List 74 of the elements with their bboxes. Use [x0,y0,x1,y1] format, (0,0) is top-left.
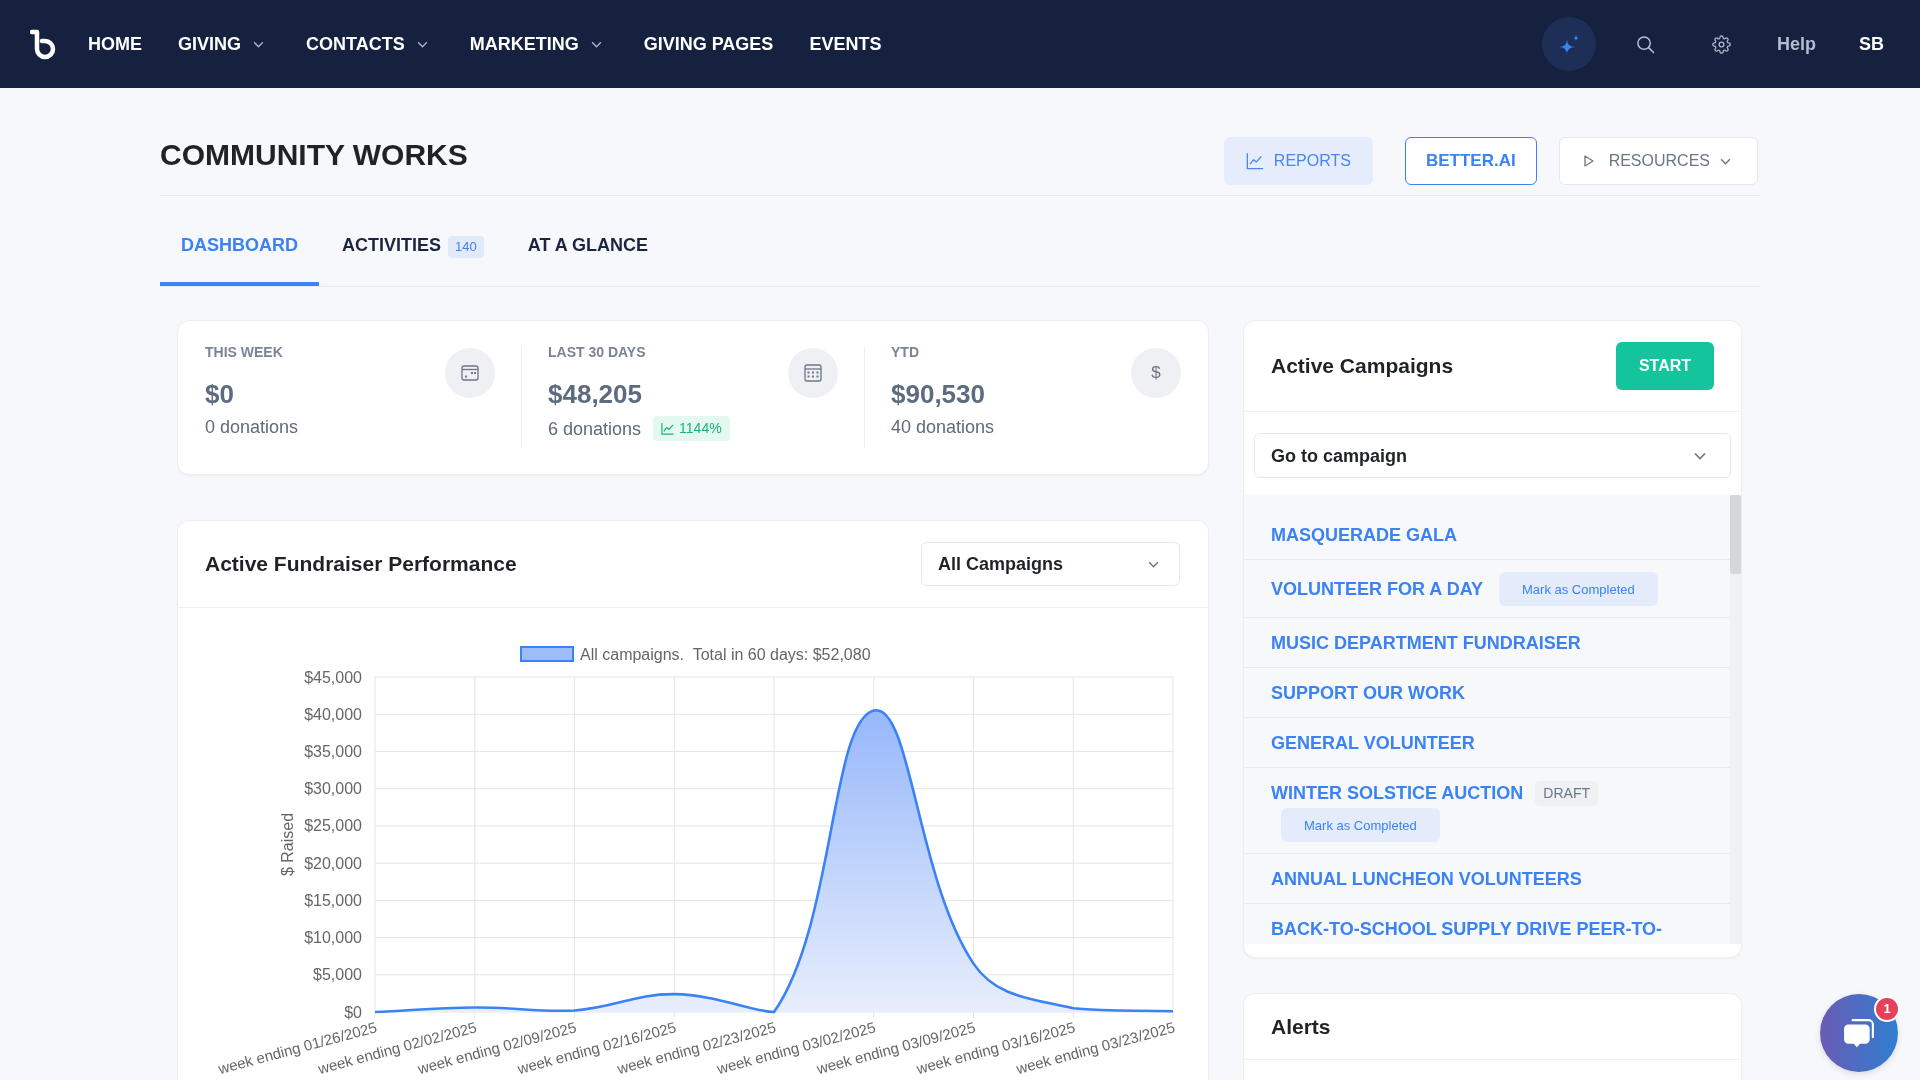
stat-value: $90,530 [891,379,986,409]
y-tick-label: $30,000 [304,780,362,798]
nav-menu-item[interactable]: GIVING PAGES [643,33,774,55]
y-tick-label: $40,000 [304,705,362,723]
stat-value: $0 [205,379,235,409]
calendar-grid-icon [788,348,838,398]
user-initials[interactable]: SB [1859,33,1884,55]
nav-menu-item[interactable]: CONTACTS [306,33,428,55]
y-axis-title: $ Raised [278,812,296,877]
reports-button[interactable]: REPORTS [1223,137,1373,185]
card-title: Active Campaigns [1271,353,1454,379]
trend-icon [661,422,675,435]
mark-completed-button[interactable]: Mark as Completed [1499,572,1658,606]
help-link[interactable]: Help [1776,33,1816,55]
y-tick-label: $25,000 [304,817,362,835]
unread-badge: 1 [1876,998,1898,1020]
stat-label: THIS WEEK [205,344,284,360]
stat-detail: 0 donations [205,416,299,438]
search-icon [1635,34,1655,54]
dollar-icon: $ [1131,348,1181,398]
line-chart-icon [1245,152,1264,170]
campaign-select[interactable]: Go to campaign [1254,433,1731,478]
campaign-link[interactable]: GENERAL VOLUNTEER [1271,730,1475,756]
stat-detail: 40 donations [891,416,995,438]
chat-button[interactable] [1820,994,1898,1072]
card-title: Alerts [1271,1013,1331,1040]
change-value: 1144% [679,419,722,438]
chat-bubble-icon [1843,1017,1875,1049]
ai-button[interactable]: BETTER.AI [1404,137,1537,185]
y-tick-label: $5,000 [313,966,362,984]
campaign-filter-select[interactable]: All Campaigns [921,542,1180,586]
nav-menu-item[interactable]: EVENTS [809,33,882,55]
y-tick-label: $20,000 [304,854,362,872]
resources-button[interactable]: RESOURCES [1558,137,1758,185]
y-tick-label: $45,000 [304,668,362,686]
campaign-link[interactable]: SUPPORT OUR WORK [1271,680,1465,706]
tab[interactable]: ACTIVITIES 140 [321,196,505,286]
play-icon [1583,155,1594,167]
scrollbar-thumb[interactable] [1730,495,1741,574]
chart-title: Active Fundraiser Performance [205,551,517,577]
nav-menu-item[interactable]: GIVING [178,33,264,55]
page-title: COMMUNITY WORKS [160,138,468,172]
tab[interactable]: AT A GLANCE [506,196,670,286]
y-tick-label: $10,000 [304,929,362,947]
campaign-link[interactable]: MASQUERADE GALA [1271,522,1457,548]
settings-button[interactable] [1711,34,1731,54]
tab[interactable]: DASHBOARD [160,196,319,286]
stat-label: LAST 30 DAYS [548,344,647,360]
settings-icon [1711,34,1731,54]
logo-icon[interactable] [30,28,56,60]
y-tick-label: $35,000 [304,742,362,760]
y-tick-label: $15,000 [304,891,362,909]
chevron-down-icon [1720,157,1731,165]
campaign-link[interactable]: VOLUNTEER FOR A DAY [1271,576,1484,602]
count-badge: 140 [448,235,484,258]
stat-label: YTD [891,344,920,360]
campaign-link[interactable]: WINTER SOLSTICE AUCTION [1271,780,1524,806]
calendar-icon [445,348,495,398]
mark-completed-button[interactable]: Mark as Completed [1281,808,1440,842]
campaign-link[interactable]: ANNUAL LUNCHEON VOLUNTEERS [1271,866,1582,892]
y-tick-label: $0 [344,1003,362,1021]
legend-swatch-icon [520,646,574,662]
campaign-link[interactable]: BACK-TO-SCHOOL SUPPLY DRIVE PEER-TO- [1271,916,1663,942]
stat-detail: 6 donations [548,417,642,440]
campaign-link[interactable]: MUSIC DEPARTMENT FUNDRAISER [1271,630,1581,656]
stat-value: $48,205 [548,379,643,409]
chevron-down-icon [1694,451,1706,460]
start-button[interactable]: START [1616,342,1714,390]
status-tag: DRAFT [1535,780,1598,806]
chevron-down-icon [1148,560,1159,568]
legend-label: All campaigns. Total in 60 days: $52,080 [580,645,871,663]
nav-menu-item[interactable]: HOME [88,33,142,55]
search-button[interactable] [1635,34,1655,54]
nav-menu-item[interactable]: MARKETING [469,33,602,55]
